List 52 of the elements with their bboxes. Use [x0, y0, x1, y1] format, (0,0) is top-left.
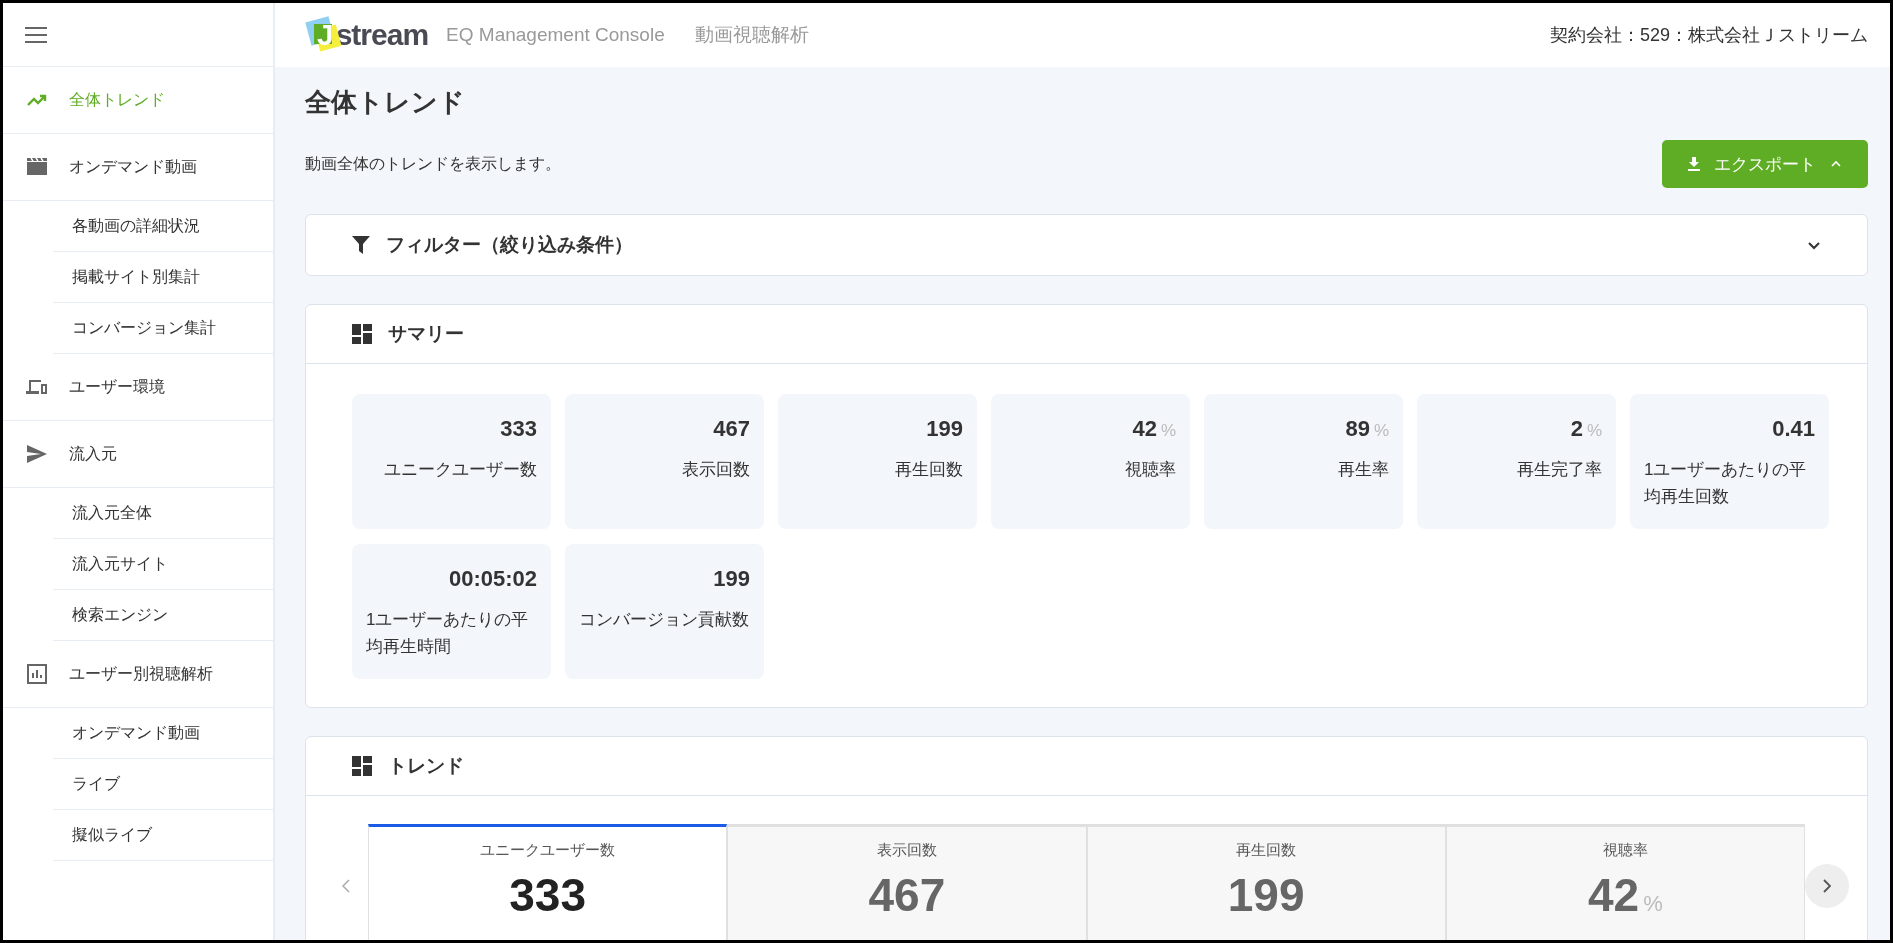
- sidebar-subitem[interactable]: 掲載サイト別集計: [53, 252, 273, 303]
- metric-value: 333: [499, 416, 537, 442]
- sidebar-subitem[interactable]: オンデマンド動画: [53, 708, 273, 759]
- metric-value: 00:05:02: [447, 566, 537, 592]
- caret-icon: [1830, 160, 1842, 168]
- metric-label: 再生回数: [894, 459, 963, 481]
- metric-label: 再生完了率: [1516, 459, 1602, 481]
- sidebar-subitem[interactable]: 流入元全体: [53, 488, 273, 539]
- metric-label: 1ユーザーあたりの平均再生時間: [366, 609, 530, 659]
- section-name: 動画視聴解析: [694, 23, 809, 47]
- metric-value: 467: [712, 416, 750, 442]
- metric-value: 199: [712, 566, 750, 592]
- filter-icon: [352, 236, 370, 254]
- bar-chart-icon: [25, 662, 49, 686]
- page-title: 全体トレンド: [305, 86, 466, 119]
- metric-label: 再生率: [1337, 459, 1389, 481]
- sidebar-subitem[interactable]: 各動画の詳細状況: [53, 201, 273, 252]
- metric-value: 2 %: [1569, 416, 1602, 442]
- filter-panel[interactable]: フィルター（絞り込み条件）: [305, 214, 1868, 276]
- metric-tab[interactable]: ユニークユーザー数 333: [368, 824, 728, 940]
- account-name: 契約会社：529：株式会社Ｊストリーム: [1549, 24, 1868, 47]
- metric-tab[interactable]: 表示回数 467: [727, 824, 1087, 940]
- chevron-right-icon: [1823, 879, 1831, 893]
- metric-label: コンバージョン貢献数: [579, 609, 750, 631]
- chevron-left-icon: [342, 879, 350, 893]
- next-button[interactable]: [1805, 864, 1849, 908]
- download-icon: [1688, 157, 1700, 171]
- metric-value: 89 %: [1344, 416, 1389, 442]
- metric-label: 視聴率: [1124, 459, 1176, 481]
- logo-letter: J: [317, 18, 334, 52]
- metric-tab[interactable]: 再生回数 199: [1086, 824, 1446, 940]
- sidebar-subitem[interactable]: 擬似ライブ: [53, 810, 273, 861]
- paper-plane-icon: [25, 442, 49, 466]
- metric-label: 1ユーザーあたりの平均再生回数: [1644, 459, 1808, 509]
- metric-value: 199: [925, 416, 963, 442]
- metric-value: 0.41: [1771, 416, 1815, 442]
- metric-value: 42 %: [1131, 416, 1176, 442]
- sidebar-subitem[interactable]: 流入元サイト: [53, 539, 273, 590]
- dashboard-icon: [352, 756, 372, 776]
- product-name: EQ Management Console: [446, 24, 665, 46]
- logo-text: stream: [335, 18, 429, 52]
- metric-label: ユニークユーザー数: [383, 459, 537, 481]
- summary-title: サマリー: [388, 322, 464, 346]
- chevron-icon: [1807, 240, 1821, 250]
- filter-title: フィルター（絞り込み条件）: [386, 233, 633, 257]
- menu-icon: [25, 26, 47, 43]
- page-description: 動画全体のトレンドを表示します。: [305, 153, 561, 174]
- trend-title: トレンド: [388, 754, 464, 778]
- dashboard-icon: [352, 324, 372, 344]
- metric-label: 表示回数: [681, 459, 750, 481]
- sidebar-subitem[interactable]: ライブ: [53, 759, 273, 810]
- metric-tab[interactable]: 視聴率 42%: [1445, 824, 1805, 940]
